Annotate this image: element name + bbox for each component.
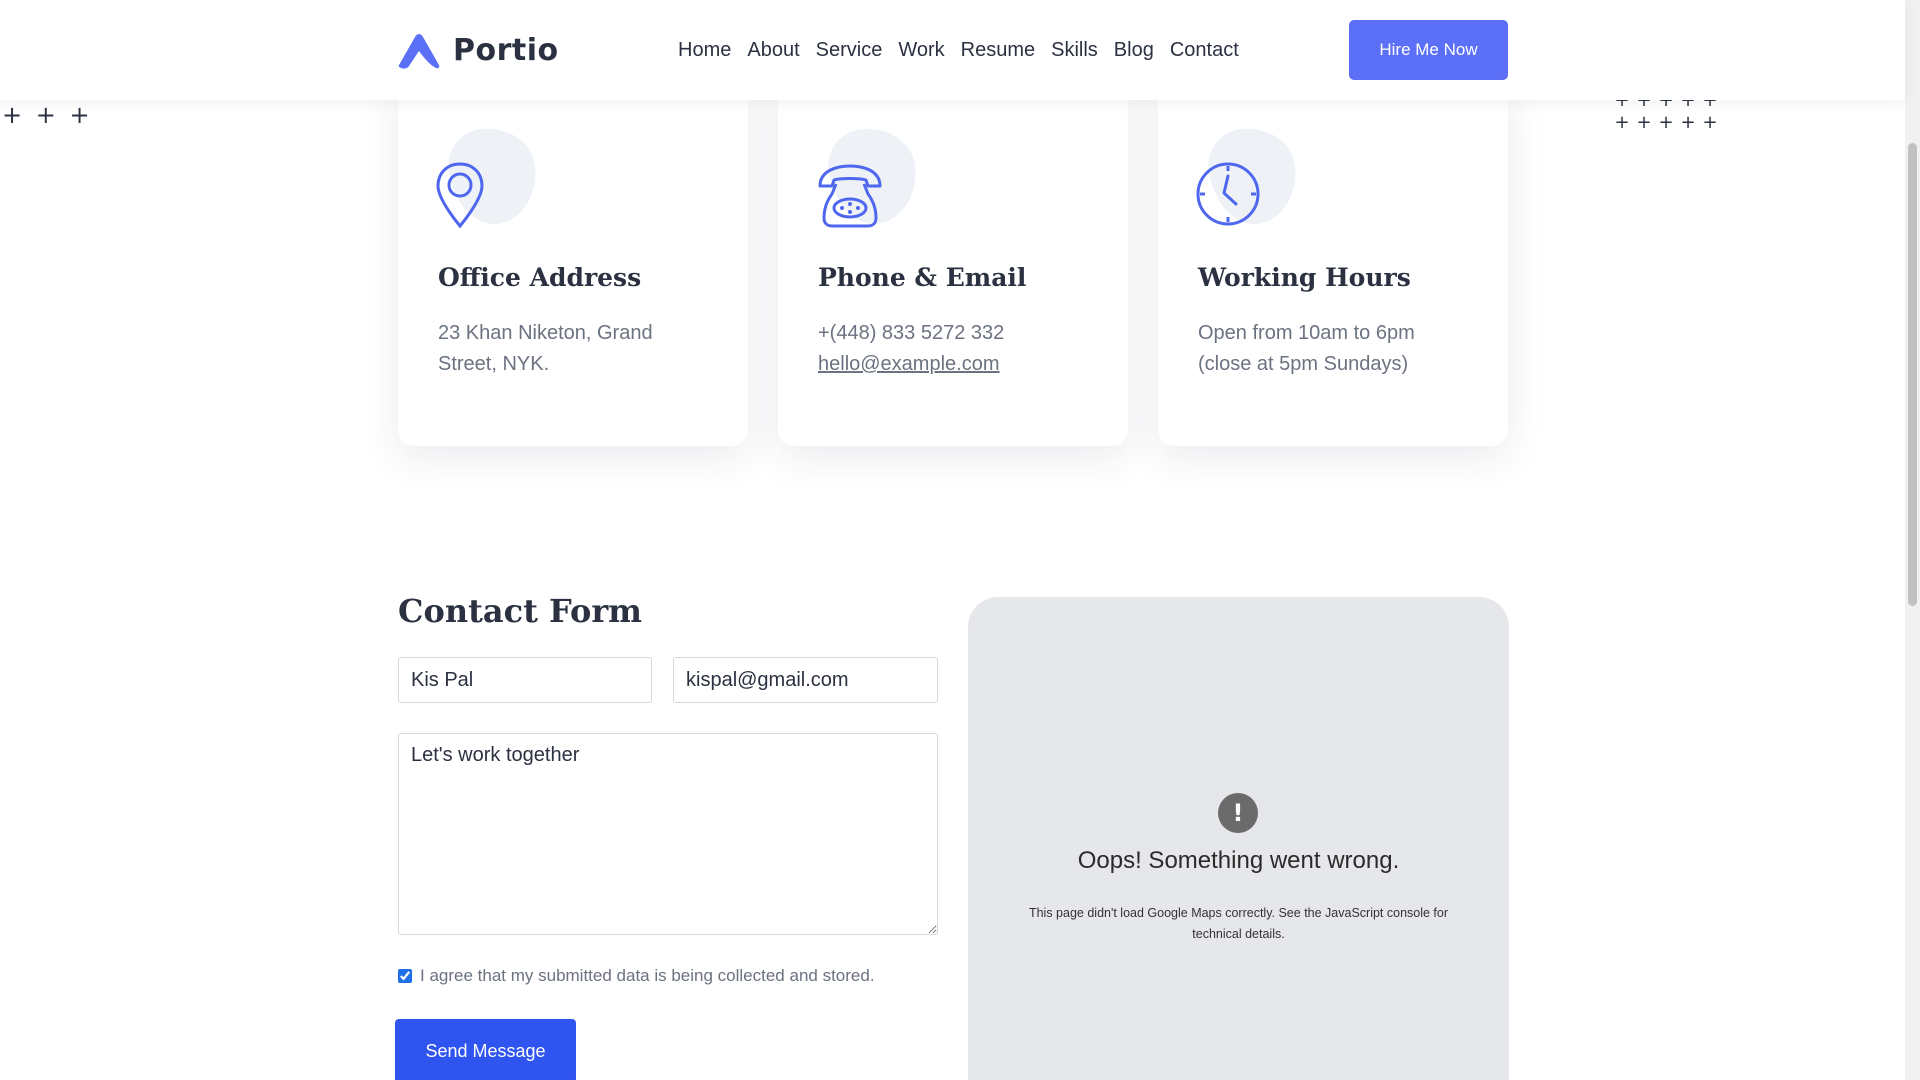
message-textarea[interactable]: Let's work together	[398, 733, 938, 935]
agree-label: I agree that my submitted data is being …	[420, 966, 875, 985]
card-text: +(448) 833 5272 332 hello@example.com	[818, 318, 1108, 380]
main-nav: Home About Service Work Resume Skills Bl…	[678, 36, 1255, 64]
error-icon: !	[1218, 793, 1258, 833]
hire-me-button[interactable]: Hire Me Now	[1349, 20, 1508, 80]
email-input[interactable]	[673, 657, 938, 703]
name-input[interactable]	[398, 657, 652, 703]
nav-about[interactable]: About	[747, 36, 799, 64]
logo[interactable]: Portio	[397, 26, 559, 74]
nav-service[interactable]: Service	[816, 36, 883, 64]
agree-checkbox[interactable]	[398, 969, 412, 983]
send-message-button[interactable]: Send Message	[395, 1019, 576, 1080]
office-address-card: Office Address 23 Khan Niketon, Grand St…	[398, 78, 748, 446]
working-hours-card: Working Hours Open from 10am to 6pm (clo…	[1158, 78, 1508, 446]
hours-line: (close at 5pm Sundays)	[1198, 353, 1409, 375]
address-line: 23 Khan Niketon, Grand	[438, 322, 653, 344]
card-title: Phone & Email	[818, 263, 1027, 292]
card-title: Office Address	[438, 263, 642, 292]
nav-work[interactable]: Work	[898, 36, 944, 64]
brand-name: Portio	[453, 32, 559, 68]
map-pin-icon	[436, 162, 484, 229]
map-panel: ! Oops! Something went wrong. This page …	[968, 597, 1509, 1080]
nav-resume[interactable]: Resume	[961, 36, 1035, 64]
site-header: Portio Home About Service Work Resume Sk…	[0, 0, 1905, 100]
phone-number: +(448) 833 5272 332	[818, 322, 1005, 344]
scrollbar[interactable]	[1905, 0, 1920, 1080]
decor-plus-left: + + +	[2, 101, 90, 129]
agree-row: I agree that my submitted data is being …	[398, 966, 875, 986]
clock-icon	[1196, 162, 1260, 226]
address-line: Street, NYK.	[438, 353, 550, 375]
contact-form-title: Contact Form	[398, 592, 643, 630]
card-title: Working Hours	[1198, 263, 1411, 292]
telephone-icon	[818, 164, 882, 228]
page: + + + + + + + + + + + + + Office Address 23 Khan…	[0, 0, 1905, 1080]
nav-home[interactable]: Home	[678, 36, 731, 64]
card-text: Open from 10am to 6pm (close at 5pm Sund…	[1198, 318, 1488, 380]
nav-contact[interactable]: Contact	[1170, 36, 1239, 64]
map-error-text: This page didn't load Google Maps correc…	[1028, 906, 1449, 941]
nav-skills[interactable]: Skills	[1051, 36, 1098, 64]
map-error-title: Oops! Something went wrong.	[1077, 847, 1400, 874]
email-link[interactable]: hello@example.com	[818, 353, 1000, 375]
hours-line: Open from 10am to 6pm	[1198, 322, 1415, 344]
nav-blog[interactable]: Blog	[1114, 36, 1154, 64]
phone-email-card: Phone & Email +(448) 833 5272 332 hello@…	[778, 78, 1128, 446]
logo-icon	[398, 34, 440, 69]
scrollbar-thumb[interactable]	[1908, 143, 1917, 606]
card-text: 23 Khan Niketon, Grand Street, NYK.	[438, 318, 728, 380]
